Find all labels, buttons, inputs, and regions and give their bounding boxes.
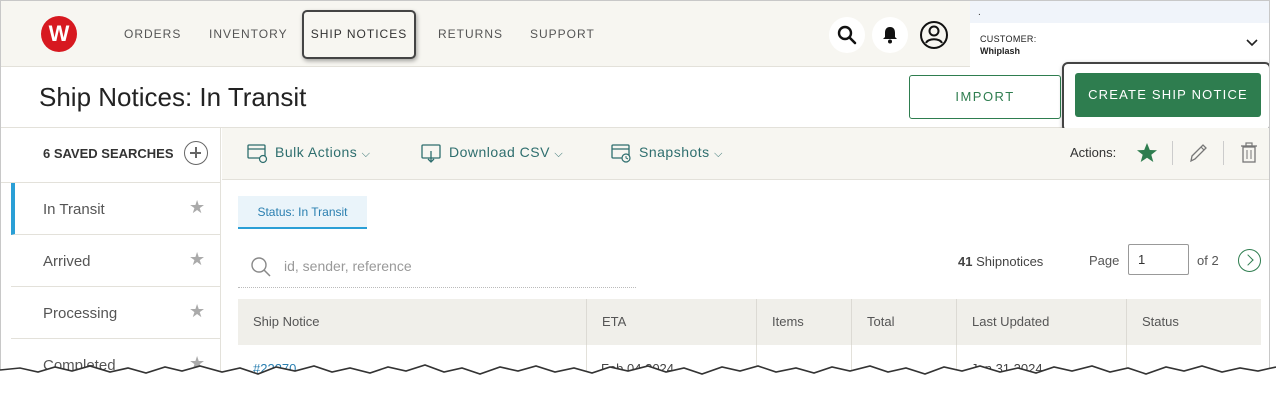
- logo[interactable]: W: [41, 16, 77, 52]
- nav-returns[interactable]: RETURNS: [438, 27, 503, 41]
- saved-searches-header: 6 SAVED SEARCHES: [1, 128, 220, 183]
- column-header-status[interactable]: Status: [1126, 299, 1261, 345]
- star-icon[interactable]: ★: [189, 249, 205, 270]
- results-count-label: Shipnotices: [976, 254, 1044, 269]
- top-nav: W ORDERS INVENTORY SHIP NOTICES RETURNS …: [1, 1, 1269, 67]
- star-icon[interactable]: [1136, 142, 1158, 164]
- page-number-input[interactable]: [1128, 244, 1189, 275]
- download-csv-label: Download CSV: [449, 144, 550, 160]
- bulk-actions-icon: [247, 144, 268, 164]
- search-icon[interactable]: [829, 17, 865, 53]
- create-ship-notice-highlight: CREATE SHIP NOTICE: [1062, 62, 1269, 132]
- page-total-label: of 2: [1197, 253, 1219, 268]
- pencil-icon[interactable]: [1188, 142, 1208, 164]
- title-row: Ship Notices: In Transit IMPORT CREATE S…: [1, 62, 1269, 132]
- chevron-down-icon: ⌵: [714, 148, 723, 160]
- snapshots-icon: [611, 144, 631, 163]
- sidebar-item-arrived[interactable]: Arrived ★: [11, 235, 220, 287]
- actions-label: Actions:: [1070, 145, 1117, 160]
- nav-orders[interactable]: ORDERS: [124, 27, 181, 41]
- search-input[interactable]: [284, 255, 624, 277]
- table-header: Ship Notice ETA Items Total Last Updated…: [238, 299, 1261, 345]
- results-count: 41 Shipnotices: [958, 254, 1043, 269]
- divider: [1172, 141, 1173, 165]
- column-header-eta[interactable]: ETA: [586, 299, 756, 345]
- sidebar-item-in-transit[interactable]: In Transit ★: [11, 183, 220, 235]
- saved-searches-sidebar: 6 SAVED SEARCHES In Transit ★ Arrived ★ …: [1, 128, 221, 393]
- page-title: Ship Notices: In Transit: [39, 82, 307, 112]
- divider: [1223, 141, 1224, 165]
- nav-support[interactable]: SUPPORT: [530, 27, 595, 41]
- create-ship-notice-button[interactable]: CREATE SHIP NOTICE: [1075, 73, 1261, 117]
- page-label: Page: [1089, 253, 1120, 268]
- sidebar-item-label: Processing: [43, 305, 118, 322]
- snapshots-label: Snapshots: [639, 144, 710, 160]
- saved-searches-label: 6 SAVED SEARCHES: [43, 146, 174, 161]
- chevron-down-icon: ⌵: [554, 148, 564, 160]
- star-icon[interactable]: ★: [189, 197, 205, 218]
- search-icon: [251, 257, 271, 277]
- star-icon[interactable]: ★: [189, 301, 205, 322]
- next-page-button[interactable]: [1238, 249, 1261, 272]
- sidebar-item-processing[interactable]: Processing ★: [11, 287, 220, 339]
- search-bar: [238, 245, 636, 288]
- sidebar-item-label: Arrived: [43, 253, 91, 270]
- customer-value: Whiplash: [980, 46, 1020, 56]
- nav-inventory[interactable]: INVENTORY: [209, 27, 288, 41]
- app-window: W ORDERS INVENTORY SHIP NOTICES RETURNS …: [0, 0, 1270, 394]
- column-header-items[interactable]: Items: [756, 299, 851, 345]
- chevron-down-icon: ⌵: [361, 148, 371, 160]
- sidebar-item-label: In Transit: [43, 201, 105, 218]
- torn-edge: [0, 364, 1276, 394]
- customer-label: CUSTOMER:: [980, 34, 1037, 44]
- customer-indicator: .: [978, 7, 981, 18]
- bulk-actions-label: Bulk Actions: [275, 144, 358, 160]
- user-account-icon[interactable]: [916, 17, 952, 53]
- nav-ship-notices-label: SHIP NOTICES: [310, 27, 408, 41]
- download-icon: [421, 144, 441, 163]
- customer-strip: .: [970, 1, 1269, 23]
- toolbar: Bulk Actions ⌵ Download CSV ⌵ Snapshots …: [222, 128, 1269, 180]
- trash-icon[interactable]: [1240, 142, 1258, 164]
- column-header-total[interactable]: Total: [851, 299, 956, 345]
- bell-icon[interactable]: [872, 17, 908, 53]
- chevron-down-icon: [1246, 39, 1258, 47]
- add-saved-search-icon[interactable]: [184, 141, 208, 165]
- results-count-number: 41: [958, 254, 973, 269]
- import-button[interactable]: IMPORT: [909, 75, 1061, 119]
- column-header-last-updated[interactable]: Last Updated: [956, 299, 1126, 345]
- status-filter-chip[interactable]: Status: In Transit: [238, 196, 367, 229]
- customer-selector[interactable]: . CUSTOMER: Whiplash: [970, 1, 1269, 67]
- column-header-ship-notice[interactable]: Ship Notice: [238, 299, 586, 345]
- nav-ship-notices[interactable]: SHIP NOTICES: [302, 10, 416, 59]
